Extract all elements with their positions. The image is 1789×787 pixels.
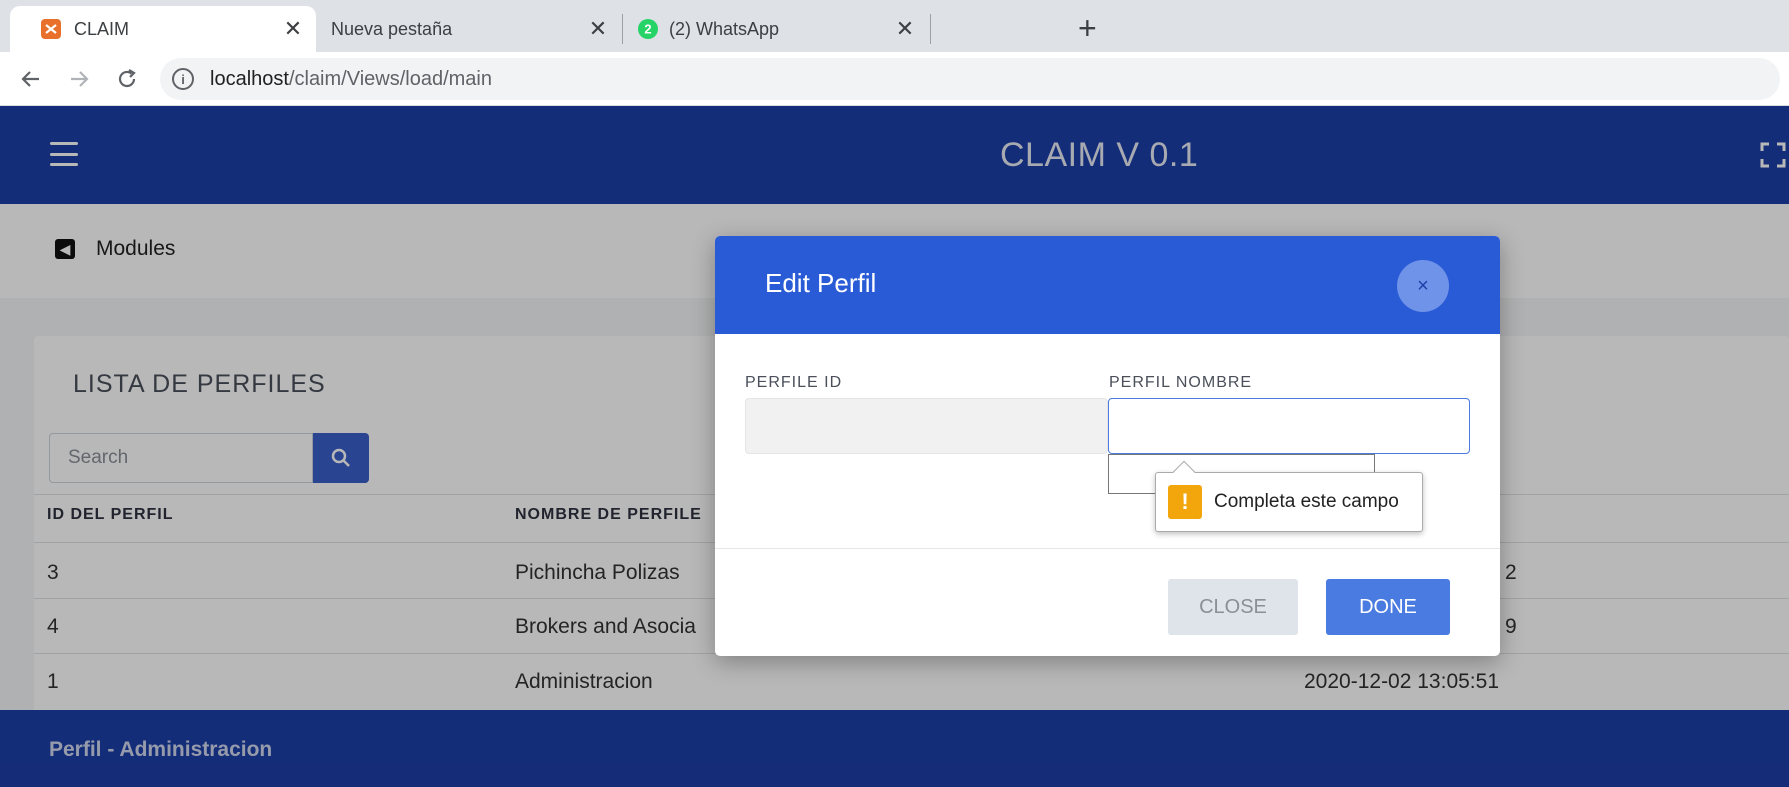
tab-close-icon[interactable]: ✕ xyxy=(583,16,613,42)
address-bar: i localhost/claim/Views/load/main xyxy=(0,52,1789,106)
validation-tooltip: ! Completa este campo xyxy=(1155,460,1423,532)
new-tab-button[interactable]: + xyxy=(1078,10,1097,46)
forward-arrow-icon[interactable] xyxy=(62,62,96,96)
modal-divider xyxy=(715,548,1500,549)
tab-close-icon[interactable]: ✕ xyxy=(890,16,920,42)
app-viewport: CLAIM V 0.1 ◀ Modules LISTA DE PERFILES … xyxy=(0,106,1789,787)
validation-message: Completa este campo xyxy=(1214,491,1399,512)
perfil-nombre-field[interactable] xyxy=(1108,398,1470,454)
tab-nueva-pestana[interactable]: Nueva pestaña ✕ xyxy=(316,6,621,52)
close-icon[interactable]: × xyxy=(1397,260,1449,312)
xampp-icon xyxy=(40,18,62,40)
edit-perfil-modal: Edit Perfil × PERFILE ID PERFIL NOMBRE !… xyxy=(715,236,1500,656)
tab-title: Nueva pestaña xyxy=(331,18,453,39)
browser-tab-strip: CLAIM ✕ Nueva pestaña ✕ 2 (2) WhatsApp ✕… xyxy=(0,0,1789,52)
perfile-id-field xyxy=(745,398,1108,454)
reload-icon[interactable] xyxy=(110,62,144,96)
done-button[interactable]: DONE xyxy=(1326,579,1450,635)
warning-icon: ! xyxy=(1168,485,1202,519)
tab-whatsapp[interactable]: 2 (2) WhatsApp ✕ xyxy=(623,6,928,52)
url-host: localhost xyxy=(210,67,289,90)
perfil-nombre-label: PERFIL NOMBRE xyxy=(1109,374,1253,391)
modal-title: Edit Perfil xyxy=(765,268,877,298)
url-field[interactable]: i localhost/claim/Views/load/main xyxy=(160,58,1780,100)
perfile-id-label: PERFILE ID xyxy=(745,374,843,391)
back-arrow-icon[interactable] xyxy=(14,62,48,96)
info-icon[interactable]: i xyxy=(172,68,194,90)
tab-separator xyxy=(930,14,931,44)
tab-close-icon[interactable]: ✕ xyxy=(278,16,308,42)
close-button[interactable]: CLOSE xyxy=(1168,579,1298,635)
modal-header: Edit Perfil × xyxy=(715,236,1500,334)
tab-title: (2) WhatsApp xyxy=(669,18,780,39)
tab-claim[interactable]: CLAIM ✕ xyxy=(10,6,316,52)
whatsapp-icon: 2 xyxy=(637,18,659,40)
url-path: /claim/Views/load/main xyxy=(288,67,492,90)
whatsapp-badge: 2 xyxy=(644,22,651,37)
tab-title: CLAIM xyxy=(74,18,130,39)
